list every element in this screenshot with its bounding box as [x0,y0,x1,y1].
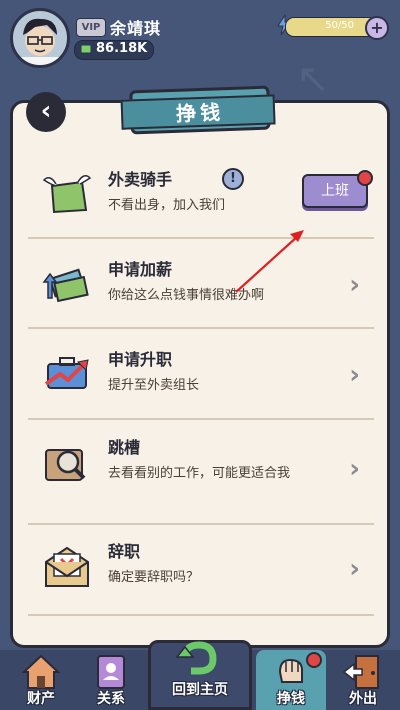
background-doodle: ↖ [296,56,330,102]
back-button[interactable]: ‹ [26,92,66,132]
energy-bar: 50/50 [285,17,377,37]
job-title: 申请加薪 [108,260,173,279]
energy-text: 50/50 [325,20,354,31]
add-energy-button[interactable]: + [365,16,389,40]
money-icon [80,44,92,54]
page-title: 挣钱 [175,100,225,126]
divider [28,327,374,329]
job-desc: 提升至外卖组长 [108,378,200,393]
divider [28,614,374,616]
job-title: 辞职 [108,542,141,561]
avatar[interactable] [10,8,70,68]
chevron-right-icon: › [349,454,360,484]
house-icon [21,654,61,689]
nav-item-go-out[interactable]: 外出 [328,650,398,710]
nav-item-property[interactable]: 财产 [6,650,76,710]
divider [28,237,374,239]
title-banner: 挣钱 [129,85,271,135]
chevron-right-icon: › [349,270,360,300]
money-value: 86.18K [96,41,148,56]
nav-label: 财产 [27,691,55,707]
job-title: 申请升职 [108,350,173,369]
money-stack-icon [42,268,89,303]
job-title: 跳槽 [108,438,141,457]
briefcase-growth-icon [44,357,89,389]
nav-label: 回到主页 [172,682,228,698]
job-desc: 确定要辞职吗？ [108,570,200,585]
nav-label: 关系 [97,691,125,707]
divider [28,523,374,525]
door-exit-icon [342,655,379,689]
divider [28,418,374,420]
job-desc: 去看看别的工作，可能更适合我 [108,466,291,481]
info-icon[interactable]: ! [222,168,244,190]
relation-book-icon [97,655,125,689]
nav-item-home[interactable]: 回到主页 [148,640,252,710]
resignation-letter-icon [45,546,89,587]
nav-label: 挣钱 [277,691,305,707]
notification-dot [306,652,322,668]
return-arrow-icon [175,641,217,675]
job-row-request-promotion[interactable]: 申请升职 提升至外卖组长 › [24,340,374,410]
annotation-arrow [235,230,304,293]
job-row-delivery-rider: 外卖骑手 ! 不看出身，加入我们 上班 [24,160,374,230]
magnifier-icon [45,449,86,481]
food-bag-icon [42,175,92,214]
nav-label: 外出 [349,691,377,707]
chevron-right-icon: › [349,360,360,390]
job-row-resign[interactable]: 辞职 确定要辞职吗？ › [24,532,374,608]
notification-dot [357,170,373,186]
nav-item-relations[interactable]: 关系 [76,650,146,710]
vip-badge: VIP [76,18,106,37]
job-desc: 不看出身，加入我们 [108,198,226,213]
player-name: 余靖琪 [110,19,162,38]
chevron-right-icon: › [349,554,360,584]
job-row-request-raise[interactable]: 申请加薪 你给这么点钱事情很难办啊 › [24,250,374,326]
nav-item-earn-money[interactable]: 挣钱 [256,650,326,710]
job-title: 外卖骑手 [108,170,173,189]
job-row-job-hop[interactable]: 跳槽 去看看别的工作，可能更适合我 › [24,428,374,518]
